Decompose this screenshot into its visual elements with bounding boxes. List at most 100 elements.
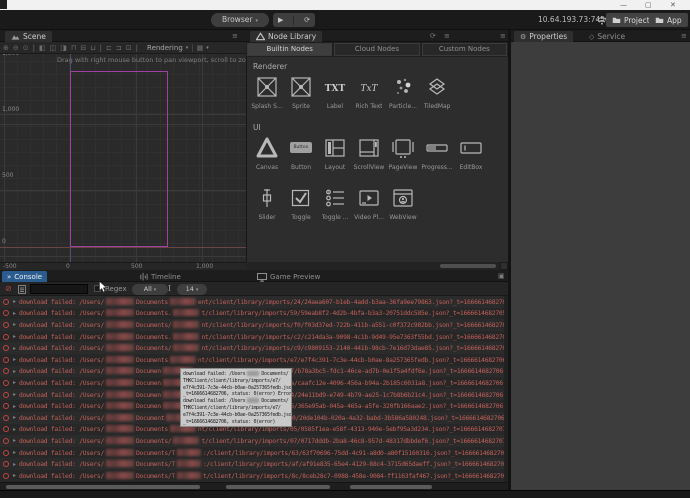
fit-icon[interactable]: ⊡ <box>126 44 132 52</box>
expand-arrow-icon[interactable] <box>13 426 16 433</box>
design-canvas-outline[interactable] <box>70 71 168 247</box>
console-filter-input[interactable] <box>30 284 88 294</box>
node-item-editbox[interactable]: EditBox <box>454 136 488 171</box>
open-log-file-icon[interactable] <box>18 285 26 294</box>
node-item-rich-text[interactable]: TxT Rich Text <box>352 75 386 110</box>
close-button[interactable]: ✕ <box>670 0 676 10</box>
node-item-slider[interactable]: Slider <box>250 186 284 221</box>
status-bar[interactable]: download failed: /Users/Documents/Tt/cli… <box>0 490 690 498</box>
redacted-text <box>106 390 135 398</box>
scrollbar-thumb[interactable] <box>440 264 496 268</box>
node-item-sprite[interactable]: Sprite <box>284 75 318 110</box>
align-bottom-icon[interactable]: ⊔ <box>90 44 95 52</box>
panel-menu-icon[interactable]: ≡ <box>232 32 238 40</box>
expand-arrow-icon[interactable] <box>13 345 16 352</box>
console-error-row[interactable]: download failed: /Users/Documents/T:/cli… <box>0 447 508 459</box>
align-middle-icon[interactable]: ⊟ <box>80 44 86 52</box>
console-hscrollbar[interactable] <box>0 482 508 490</box>
console-error-row[interactable]: download failed: /Users/Documents/nt/cli… <box>0 319 508 331</box>
expand-arrow-icon[interactable] <box>13 437 16 444</box>
tab-service[interactable]: ◇ Service <box>583 31 631 42</box>
minimize-button[interactable]: — <box>620 0 627 10</box>
scrollbar-thumb[interactable] <box>350 485 432 489</box>
node-item-webview[interactable]: WebView <box>386 186 420 221</box>
node-item-particle[interactable]: Particle... <box>386 75 420 110</box>
distribute-left-icon[interactable]: ⊏ <box>106 44 112 52</box>
console-error-row[interactable]: download failed: /Users/Documents/nt/cli… <box>0 342 508 354</box>
align-top-icon[interactable]: ⊓ <box>71 44 76 52</box>
node-item-splash[interactable]: Splash S... <box>250 75 284 110</box>
zoom-out-icon[interactable]: ⊖ <box>13 44 19 52</box>
node-item-toggle-group[interactable]: Toggle ... <box>318 186 352 221</box>
expand-arrow-icon[interactable] <box>13 368 16 375</box>
tab-game-preview[interactable]: Game Preview <box>252 271 325 282</box>
scrollbar-thumb[interactable] <box>6 485 200 489</box>
expand-arrow-icon[interactable] <box>13 310 16 317</box>
font-size-dropdown[interactable]: 14 ▾ <box>177 284 207 295</box>
expand-arrow-icon[interactable] <box>13 449 16 456</box>
tab-cloud-nodes[interactable]: Cloud Nodes <box>334 43 420 56</box>
refresh-button[interactable]: ⟳ <box>304 16 310 24</box>
expand-arrow-icon[interactable] <box>13 461 16 468</box>
panel-menu-icon[interactable]: ≡ <box>500 32 506 40</box>
expand-arrow-icon[interactable] <box>13 391 16 398</box>
align-center-h-icon[interactable]: ◫ <box>50 44 57 52</box>
play-button[interactable]: ▶ <box>278 16 283 24</box>
panel-menu-icon[interactable]: ▣ <box>498 272 505 280</box>
tab-node-library[interactable]: Node Library <box>250 31 323 42</box>
align-right-icon[interactable]: ◨ <box>60 44 67 52</box>
node-item-tiledmap[interactable]: TiledMap <box>420 75 454 110</box>
node-item-button[interactable]: Button Button <box>284 136 318 171</box>
console-error-row[interactable]: download failed: /Users/Documentsent/cli… <box>0 296 508 308</box>
tab-console[interactable]: » Console <box>2 271 48 282</box>
expand-arrow-icon[interactable] <box>13 333 16 340</box>
tab-properties[interactable]: ⚙ Properties <box>514 31 574 42</box>
panel-menu-icon[interactable]: ≡ <box>681 32 687 40</box>
node-library-hscrollbar[interactable] <box>246 262 500 270</box>
node-item-videoplayer[interactable]: Video Pl... <box>352 186 386 221</box>
expand-arrow-icon[interactable] <box>13 356 16 363</box>
expand-arrow-icon[interactable] <box>13 321 16 328</box>
node-item-label[interactable]: TXT Label <box>318 75 352 110</box>
align-left-icon[interactable]: ◧ <box>39 44 46 52</box>
separator[interactable]: | <box>136 44 138 52</box>
expand-arrow-icon[interactable] <box>13 403 16 410</box>
console-error-row[interactable]: download failed: /Users/Documents/T:/cli… <box>0 458 508 470</box>
preview-device-dropdown[interactable]: Browser ▾ <box>211 13 269 27</box>
refresh-icon[interactable]: ⟳ <box>430 32 436 40</box>
node-item-toggle[interactable]: Toggle <box>284 186 318 221</box>
console-error-row[interactable]: download failed: /Users/Documents.nt/cli… <box>0 331 508 343</box>
node-item-pageview[interactable]: PageView <box>386 136 420 171</box>
scene-viewport[interactable]: Drag with right mouse button to pan view… <box>0 54 246 262</box>
console-vscrollbar[interactable] <box>504 296 508 482</box>
expand-arrow-icon[interactable] <box>13 379 16 386</box>
node-item-layout[interactable]: Layout <box>318 136 352 171</box>
console-error-row[interactable]: download failed: /Users/Documentsnt/clie… <box>0 354 508 366</box>
expand-arrow-icon[interactable] <box>13 472 16 479</box>
zoom-in-icon[interactable]: ⊕ <box>3 44 9 52</box>
console-error-row[interactable]: download failed: /Users/Documents.t/clie… <box>0 308 508 320</box>
expand-arrow-icon[interactable] <box>13 298 16 305</box>
scrollbar-thumb[interactable] <box>226 485 330 489</box>
rendering-dropdown[interactable]: Rendering <box>147 44 183 52</box>
separator[interactable]: | <box>100 44 102 52</box>
camera-gizmo-dropdown[interactable]: ▦ <box>197 44 204 52</box>
zoom-reset-icon[interactable]: ⊙ <box>23 44 29 52</box>
node-item-progressbar[interactable]: Progress... <box>420 136 454 171</box>
separator[interactable]: | <box>33 44 35 52</box>
tab-builtin-nodes[interactable]: Builtin Nodes <box>247 43 333 56</box>
clear-console-button[interactable]: ⊘ <box>5 284 12 293</box>
console-error-row[interactable]: download failed: /Users/Documents/t/clie… <box>0 435 508 447</box>
node-item-scrollview[interactable]: ScrollView <box>352 136 386 171</box>
tab-timeline[interactable]: Timeline <box>134 271 186 282</box>
expand-arrow-icon[interactable] <box>13 414 16 421</box>
open-app-button[interactable]: App <box>649 13 688 27</box>
panel-menu-icon[interactable]: ≡ <box>444 32 450 40</box>
node-item-canvas[interactable]: Canvas <box>250 136 284 171</box>
tab-scene[interactable]: Scene <box>5 31 52 42</box>
maximize-button[interactable]: ▢ <box>645 0 652 10</box>
distribute-right-icon[interactable]: ⊐ <box>116 44 122 52</box>
tab-custom-nodes[interactable]: Custom Nodes <box>421 43 507 56</box>
console-error-row[interactable]: download failed: /Users/Documents/Tt/cli… <box>0 470 508 482</box>
log-level-dropdown[interactable]: All ▾ <box>132 284 168 295</box>
